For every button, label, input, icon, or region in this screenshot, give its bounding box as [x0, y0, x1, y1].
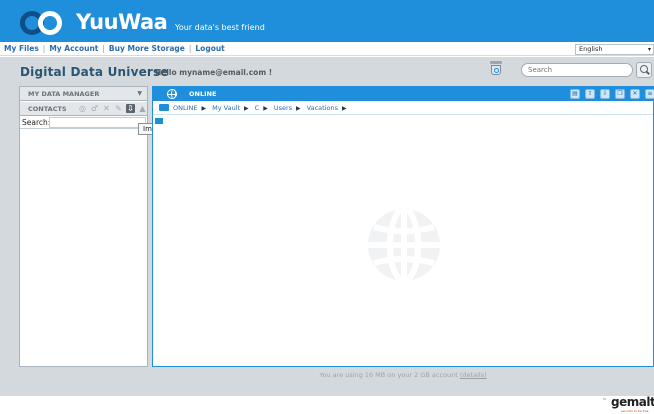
chevron-down-icon[interactable]: ▼ — [137, 90, 142, 97]
nav-my-account[interactable]: My Account — [49, 44, 98, 53]
my-data-manager-label: MY DATA MANAGER — [28, 90, 100, 98]
dropdown-arrow-icon: ▾ — [647, 46, 651, 53]
gemalto-slogan: security to be free — [621, 409, 649, 413]
storage-usage-text: You are using 16 MB on your 2 GB account — [319, 371, 458, 379]
breadcrumb-arrow-icon: ▶ — [263, 105, 268, 112]
contacts-search-row: Search: — [20, 117, 147, 129]
edit-contact-icon[interactable]: ✎ — [114, 104, 123, 113]
search-input[interactable] — [521, 63, 633, 77]
import-contacts-icon[interactable]: ⇩ — [126, 104, 135, 113]
file-browser-panel: ONLINE ▤ ⇧ ⇩ ❐ ✕ ≡ ONLINE ▶ My Vault ▶ C ▶ Use… — [152, 86, 654, 367]
add-contact-icon[interactable]: ♂ — [90, 104, 99, 113]
delete-contact-icon[interactable]: ✕ — [102, 104, 111, 113]
page-footer — [0, 396, 654, 414]
logo-rings-icon — [20, 10, 70, 36]
toolbar-more-icon[interactable]: ≡ — [645, 89, 654, 99]
breadcrumb-item[interactable]: Users — [274, 104, 292, 112]
contacts-header[interactable]: CONTACTS ◎ ♂ ✕ ✎ ⇩ ▲ — [20, 102, 147, 116]
storage-usage-status: You are using 16 MB on your 2 GB account… — [152, 371, 654, 379]
contacts-search-input[interactable] — [49, 117, 146, 128]
file-browser-header: ONLINE ▤ ⇧ ⇩ ❐ ✕ ≡ — [153, 87, 654, 101]
toolbar-upload-icon[interactable]: ⇧ — [585, 89, 595, 99]
globe-icon — [167, 89, 177, 99]
nav-my-files[interactable]: My Files — [4, 44, 39, 53]
breadcrumb-arrow-icon: ▶ — [244, 105, 249, 112]
breadcrumb-arrow-icon: ▶ — [296, 105, 301, 112]
nav-separator: | — [188, 44, 192, 53]
search-icon[interactable] — [636, 62, 652, 78]
location-title: ONLINE — [189, 90, 217, 98]
tagline: Your data's best friend — [175, 23, 265, 32]
toolbar-copy-icon[interactable]: ❐ — [615, 89, 625, 99]
contacts-search-label: Search: — [22, 118, 51, 127]
gemalto-logo: gemalto — [611, 395, 654, 409]
breadcrumb-item[interactable]: C — [255, 104, 260, 112]
breadcrumb-item[interactable]: Vacations — [307, 104, 338, 112]
nav-buy-storage[interactable]: Buy More Storage — [109, 44, 185, 53]
toolbar-view-icon[interactable]: ▤ — [570, 89, 580, 99]
user-greeting: Hello myname@email.com ! — [155, 68, 273, 77]
recycle-bin-icon[interactable] — [489, 61, 503, 75]
language-select[interactable]: English ▾ — [575, 44, 654, 55]
storage-details-link[interactable]: (details) — [460, 371, 487, 379]
left-panel: MY DATA MANAGER ▼ CONTACTS ◎ ♂ ✕ ✎ ⇩ ▲ S… — [19, 86, 148, 367]
breadcrumb-item[interactable]: My Vault — [212, 104, 240, 112]
page-title: Digital Data Universe — [20, 65, 169, 79]
toolbar-download-icon[interactable]: ⇩ — [600, 89, 610, 99]
collapse-up-icon[interactable]: ▲ — [138, 104, 147, 113]
brand-logo: YuuWaa — [76, 10, 168, 34]
breadcrumb-arrow-icon: ▶ — [342, 105, 347, 112]
my-data-manager-header[interactable]: MY DATA MANAGER ▼ — [20, 87, 147, 101]
language-value: English — [579, 45, 603, 53]
breadcrumb-arrow-icon: ▶ — [201, 105, 207, 112]
toolbar-delete-icon[interactable]: ✕ — [630, 89, 640, 99]
breadcrumb-item[interactable]: ONLINE — [173, 104, 198, 112]
nav-logout[interactable]: Logout — [195, 44, 224, 53]
folder-icon — [159, 104, 169, 111]
trademark-symbol: ™ — [602, 398, 607, 404]
contact-view-icon[interactable]: ◎ — [78, 104, 87, 113]
breadcrumb: ONLINE ▶ My Vault ▶ C ▶ Users ▶ Vacations ▶ — [153, 102, 653, 115]
nav-separator: | — [42, 44, 46, 53]
contacts-label: CONTACTS — [28, 105, 67, 113]
top-navigation: My Files | My Account | Buy More Storage | Log… — [0, 42, 654, 56]
globe-watermark-icon — [368, 206, 440, 284]
folder-icon[interactable] — [155, 118, 163, 124]
app-header: YuuWaa Your data's best friend — [0, 0, 654, 42]
nav-separator: | — [102, 44, 105, 53]
